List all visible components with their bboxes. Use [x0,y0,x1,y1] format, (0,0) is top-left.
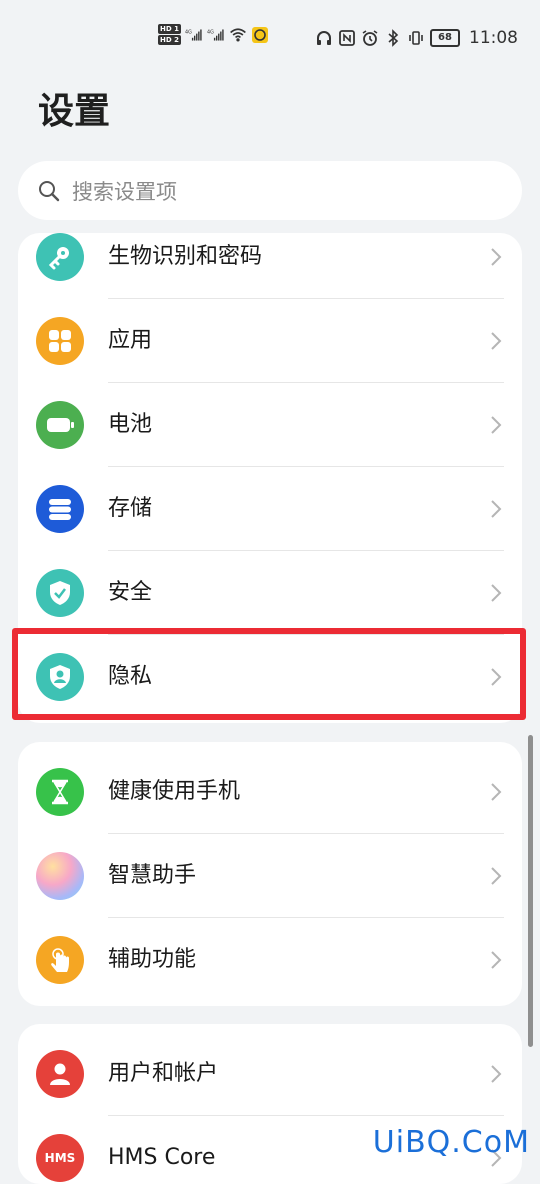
search-icon [39,180,60,201]
settings-item-label: 用户和帐户 [108,1061,219,1086]
app-notification-icon [251,26,268,43]
chevron-right-icon [491,584,502,602]
apps-grid-icon [36,317,84,365]
hms-icon-text: HMS [44,1151,76,1165]
settings-group-3: 用户和帐户 HMS HMS Core [18,1024,522,1184]
settings-item-label: 智慧助手 [108,863,197,888]
signal-icon: 4G [185,28,202,41]
settings-item-label: 辅助功能 [108,947,197,972]
settings-item-label: HMS Core [108,1145,216,1170]
chevron-right-icon [491,248,502,266]
user-icon [36,1050,84,1098]
clock: 11:08 [469,28,518,48]
svg-text:4G: 4G [207,29,214,35]
settings-item-label: 安全 [108,580,153,605]
privacy-shield-icon [36,653,84,701]
settings-item-storage[interactable]: 存储 [18,467,522,551]
hd-badges: HD 1 HD 2 [158,24,181,45]
settings-item-label: 应用 [108,328,153,353]
chevron-right-icon [491,500,502,518]
settings-item-label: 健康使用手机 [108,779,241,804]
settings-item-users-accounts[interactable]: 用户和帐户 [18,1032,522,1116]
wifi-icon [230,27,246,42]
status-right: 68 11:08 [315,28,518,48]
settings-item-assistant[interactable]: 智慧助手 [18,834,522,918]
settings-item-accessibility[interactable]: 辅助功能 [18,918,522,1002]
settings-item-security[interactable]: 安全 [18,551,522,635]
settings-item-label: 隐私 [108,664,153,689]
svg-text:4G: 4G [185,29,192,35]
nfc-icon [339,30,355,46]
headphones-icon [317,31,331,45]
settings-item-battery[interactable]: 电池 [18,383,522,467]
settings-item-label: 电池 [108,412,153,437]
chevron-right-icon [491,951,502,969]
watermark-text: UiBQ.CoM [372,1125,530,1160]
chevron-right-icon [491,416,502,434]
search-placeholder: 搜索设置项 [72,179,177,204]
assistant-orb-icon [36,852,84,900]
settings-group-2: 健康使用手机 智慧助手 辅助功能 [18,742,522,1006]
chevron-right-icon [491,867,502,885]
settings-item-biometrics[interactable]: 生物识别和密码 [18,233,522,299]
hd2-badge: HD 2 [158,35,181,45]
battery-indicator: 68 [430,29,460,47]
hourglass-icon [36,768,84,816]
hd1-badge: HD 1 [158,24,181,34]
settings-item-digital-balance[interactable]: 健康使用手机 [18,750,522,834]
signal-icon-2: 4G [207,28,224,41]
storage-icon [36,485,84,533]
status-left: HD 1 HD 2 4G 4G [158,24,269,45]
alarm-icon [362,30,378,46]
hand-touch-icon [36,936,84,984]
settings-group-1: 生物识别和密码 应用 电池 存储 安全 隐私 [18,233,522,723]
shield-check-icon [36,569,84,617]
status-bar: HD 1 HD 2 4G 4G 68 11:08 [0,0,540,78]
battery-icon [36,401,84,449]
chevron-right-icon [491,668,502,686]
chevron-right-icon [491,1065,502,1083]
settings-item-apps[interactable]: 应用 [18,299,522,383]
settings-item-privacy[interactable]: 隐私 [18,635,522,719]
scrollbar[interactable] [528,735,533,1047]
page-title: 设置 [38,91,111,132]
key-icon [36,233,84,281]
settings-item-label: 存储 [108,496,153,521]
vibrate-icon [409,31,423,45]
settings-item-label: 生物识别和密码 [108,244,263,269]
bluetooth-icon [388,29,399,47]
hms-icon: HMS [36,1134,84,1182]
search-bar[interactable]: 搜索设置项 [18,161,522,220]
chevron-right-icon [491,332,502,350]
chevron-right-icon [491,783,502,801]
